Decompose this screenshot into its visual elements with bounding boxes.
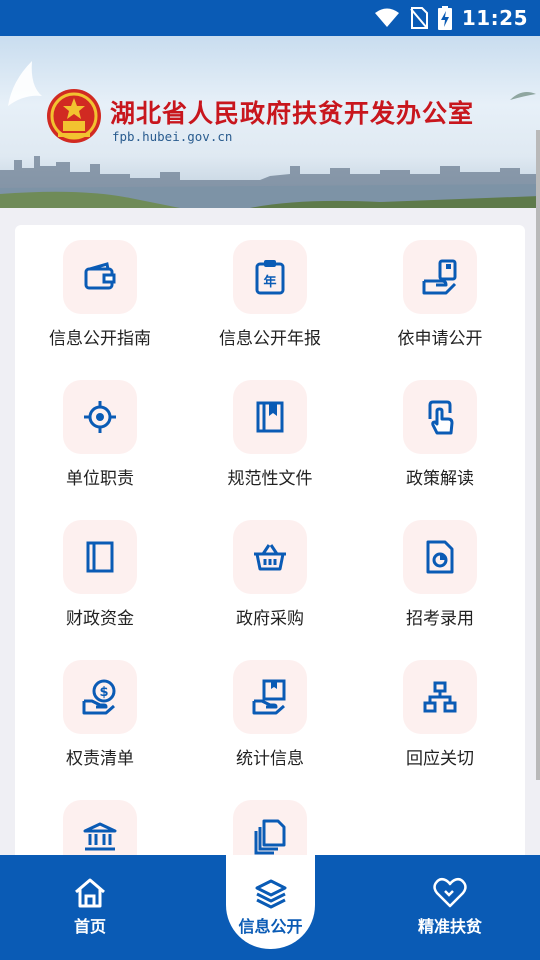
grid-item-procurement[interactable]: 政府采购 <box>185 505 355 635</box>
wifi-icon <box>374 8 399 27</box>
bottom-nav: 首页 信息公开 精准扶贫 <box>0 855 540 960</box>
grid-item-label: 统计信息 <box>236 749 304 769</box>
grid-item-policy[interactable]: 政策解读 <box>355 365 525 495</box>
box-hand-icon <box>252 679 286 715</box>
grid-item-responsibility-list[interactable]: $ 权责清单 <box>15 645 185 775</box>
tab-info-disclosure[interactable]: 信息公开 <box>226 855 315 960</box>
pie-doc-icon <box>426 540 454 574</box>
money-hand-icon: $ <box>82 679 116 715</box>
grid-item-duties[interactable]: 单位职责 <box>15 365 185 495</box>
notebook-icon <box>86 541 114 573</box>
grid-item-statistics[interactable]: 统计信息 <box>185 645 355 775</box>
grid-item-label: 依申请公开 <box>397 329 483 349</box>
svg-text:年: 年 <box>263 274 276 290</box>
grid-item-label: 规范性文件 <box>227 469 313 489</box>
grid-item-response[interactable]: 回应关切 <box>355 645 525 775</box>
grid-item-label: 信息公开指南 <box>49 329 151 349</box>
bank-icon <box>83 822 117 851</box>
grid-item-label: 招考录用 <box>406 609 474 629</box>
svg-text:$: $ <box>99 685 108 700</box>
status-bar: 11:25 <box>0 0 540 36</box>
grid-item-label: 回应关切 <box>406 749 474 769</box>
basket-icon <box>254 544 286 571</box>
status-time: 11:25 <box>461 6 528 30</box>
no-sim-icon <box>410 7 428 29</box>
grid-item-apply[interactable]: 依申请公开 <box>355 225 525 355</box>
grid-item-annual-report[interactable]: 年 信息公开年报 <box>185 225 355 355</box>
header-banner: 湖北省人民政府扶贫开发办公室 fpb.hubei.gov.cn <box>0 36 540 208</box>
grid-item-normative-docs[interactable]: 规范性文件 <box>185 365 355 495</box>
grid-item-finance[interactable]: 财政资金 <box>15 505 185 635</box>
grid-item-label: 权责清单 <box>66 749 134 769</box>
touch-icon <box>428 400 454 435</box>
scrollbar[interactable] <box>536 130 540 780</box>
home-icon <box>75 878 105 908</box>
grid-item-recruitment[interactable]: 招考录用 <box>355 505 525 635</box>
target-icon <box>84 401 116 433</box>
tab-targeted-poverty[interactable]: 精准扶贫 <box>390 855 510 960</box>
grid-item-label: 财政资金 <box>66 609 134 629</box>
city-skyline-image <box>0 156 540 208</box>
battery-charging-icon <box>437 6 452 30</box>
annual-report-icon: 年 <box>255 260 285 295</box>
tab-home-label: 首页 <box>73 917 106 936</box>
grid-item-label: 信息公开年报 <box>219 329 321 349</box>
copy-doc-icon <box>254 819 286 855</box>
layers-icon <box>255 879 286 909</box>
banner-title: 湖北省人民政府扶贫开发办公室 <box>110 99 475 128</box>
grid-item-guide[interactable]: 信息公开指南 <box>15 225 185 355</box>
wallet-icon <box>84 262 116 290</box>
national-emblem-icon <box>47 89 101 143</box>
org-chart-icon <box>423 681 457 713</box>
bird-icon <box>8 61 42 106</box>
info-disclosure-grid: 信息公开指南 年 信息公开年报 依申请公开 单位职责 规范性文件 政策解读 财政… <box>15 225 525 875</box>
grid-item-label: 政府采购 <box>236 609 304 629</box>
book-icon <box>256 401 284 433</box>
tab-info-disclosure-label: 信息公开 <box>238 917 303 936</box>
tab-targeted-poverty-label: 精准扶贫 <box>417 917 482 936</box>
grid-item-label: 政策解读 <box>406 469 474 489</box>
tab-home[interactable]: 首页 <box>40 855 140 960</box>
apply-icon <box>422 259 457 295</box>
grid-item-label: 单位职责 <box>66 469 134 489</box>
heart-icon <box>433 877 467 908</box>
banner-url: fpb.hubei.gov.cn <box>112 129 233 144</box>
bird-icon <box>510 92 536 100</box>
